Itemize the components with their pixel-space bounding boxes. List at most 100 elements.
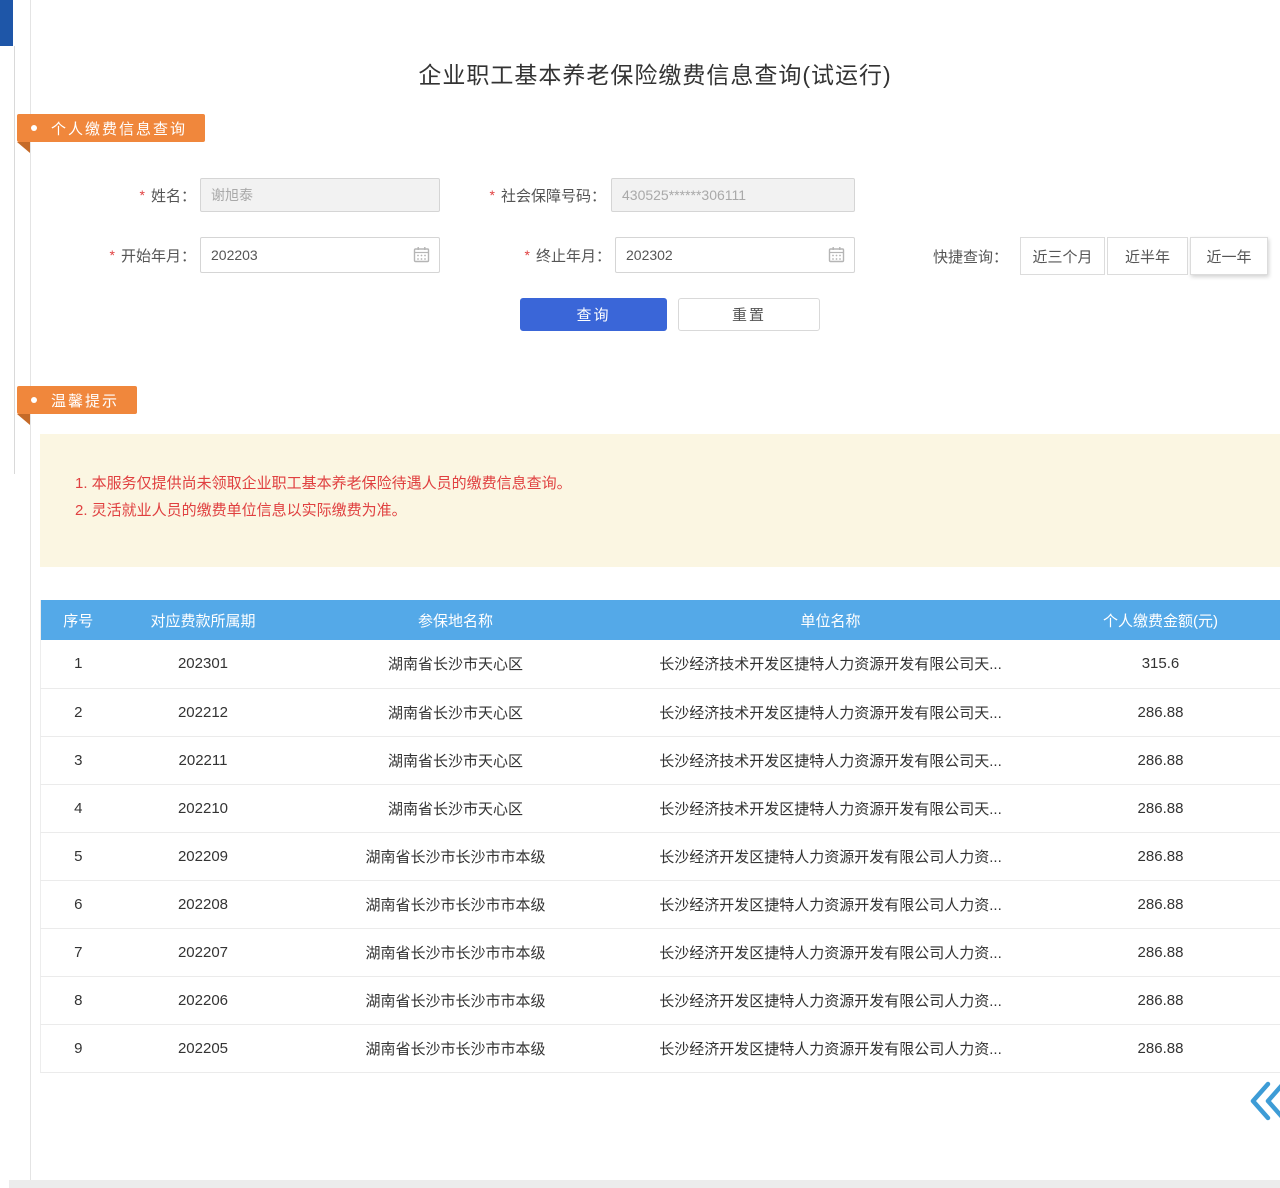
section-badge-personal-query: 个人缴费信息查询 — [17, 114, 205, 142]
table-cell: 286.88 — [1041, 688, 1280, 736]
quick-query-label: 快捷查询： — [933, 237, 1008, 275]
table-cell: 3 — [41, 736, 116, 784]
table-cell: 202205 — [116, 1024, 291, 1072]
left-panel-divider — [14, 46, 15, 474]
tips-notice-box: 1. 本服务仅提供尚未领取企业职工基本养老保险待遇人员的缴费信息查询。 2. 灵… — [40, 434, 1280, 567]
content-left-border — [30, 0, 31, 1188]
end-month-label: * 终止年月： — [495, 238, 611, 272]
quick-btn-half-year[interactable]: 近半年 — [1107, 237, 1188, 275]
required-asterisk: * — [525, 247, 530, 263]
pension-query-page: 企业职工基本养老保险缴费信息查询(试运行) 个人缴费信息查询 * 姓名： * 社… — [0, 0, 1280, 1188]
table-row: 7202207湖南省长沙市长沙市市本级长沙经济开发区捷特人力资源开发有限公司人力… — [41, 928, 1280, 976]
table-cell: 6 — [41, 880, 116, 928]
table-cell: 2 — [41, 688, 116, 736]
table-cell: 202211 — [116, 736, 291, 784]
table-cell: 202206 — [116, 976, 291, 1024]
column-header: 个人缴费金额(元) — [1041, 600, 1280, 640]
table-cell: 286.88 — [1041, 880, 1280, 928]
ssn-label: * 社会保障号码： — [460, 178, 606, 212]
table-cell: 286.88 — [1041, 736, 1280, 784]
table-cell: 湖南省长沙市长沙市市本级 — [291, 1024, 621, 1072]
table-cell: 4 — [41, 784, 116, 832]
bullet-icon — [31, 125, 37, 131]
name-input[interactable] — [200, 178, 440, 212]
bullet-icon — [31, 397, 37, 403]
table-cell: 286.88 — [1041, 928, 1280, 976]
table-cell: 长沙经济技术开发区捷特人力资源开发有限公司天... — [621, 736, 1041, 784]
table-cell: 长沙经济开发区捷特人力资源开发有限公司人力资... — [621, 880, 1041, 928]
table-cell: 286.88 — [1041, 784, 1280, 832]
table-row: 3202211湖南省长沙市天心区长沙经济技术开发区捷特人力资源开发有限公司天..… — [41, 736, 1280, 784]
section-badge-tips: 温馨提示 — [17, 386, 137, 414]
start-month-input[interactable] — [200, 237, 440, 273]
table-cell: 长沙经济技术开发区捷特人力资源开发有限公司天... — [621, 688, 1041, 736]
table-cell: 湖南省长沙市长沙市市本级 — [291, 976, 621, 1024]
table-cell: 5 — [41, 832, 116, 880]
start-month-field — [200, 237, 440, 273]
table-cell: 286.88 — [1041, 832, 1280, 880]
start-month-label: * 开始年月： — [80, 238, 196, 272]
tips-line: 2. 灵活就业人员的缴费单位信息以实际缴费为准。 — [75, 497, 1260, 524]
table-cell: 湖南省长沙市长沙市市本级 — [291, 880, 621, 928]
table-cell: 湖南省长沙市天心区 — [291, 688, 621, 736]
table-cell: 8 — [41, 976, 116, 1024]
table-cell: 9 — [41, 1024, 116, 1072]
left-corner-tab — [0, 0, 13, 46]
page-title: 企业职工基本养老保险缴费信息查询(试运行) — [30, 56, 1280, 90]
table-cell: 长沙经济技术开发区捷特人力资源开发有限公司天... — [621, 784, 1041, 832]
table-cell: 湖南省长沙市天心区 — [291, 784, 621, 832]
table-cell: 315.6 — [1041, 640, 1280, 688]
column-header: 序号 — [41, 600, 116, 640]
column-header: 单位名称 — [621, 600, 1041, 640]
table-cell: 7 — [41, 928, 116, 976]
table-cell: 湖南省长沙市长沙市市本级 — [291, 832, 621, 880]
table-cell: 202301 — [116, 640, 291, 688]
column-header: 对应费款所属期 — [116, 600, 291, 640]
query-button[interactable]: 查询 — [520, 298, 667, 331]
required-asterisk: * — [110, 247, 115, 263]
table-body: 1202301湖南省长沙市天心区长沙经济技术开发区捷特人力资源开发有限公司天..… — [41, 640, 1280, 1072]
table-cell: 长沙经济开发区捷特人力资源开发有限公司人力资... — [621, 976, 1041, 1024]
section-badge-label: 个人缴费信息查询 — [51, 118, 187, 139]
reset-button[interactable]: 重置 — [678, 298, 820, 331]
ssn-input[interactable] — [611, 178, 855, 212]
table-cell: 202209 — [116, 832, 291, 880]
section-badge-label: 温馨提示 — [51, 390, 119, 411]
table-cell: 1 — [41, 640, 116, 688]
bottom-scroll-strip — [9, 1180, 1280, 1188]
table-cell: 202212 — [116, 688, 291, 736]
table-cell: 286.88 — [1041, 976, 1280, 1024]
calendar-icon[interactable] — [413, 246, 430, 263]
table-cell: 长沙经济开发区捷特人力资源开发有限公司人力资... — [621, 832, 1041, 880]
table-head-row: 序号对应费款所属期参保地名称单位名称个人缴费金额(元) — [41, 600, 1280, 640]
quick-btn-3-months[interactable]: 近三个月 — [1020, 237, 1105, 275]
required-asterisk: * — [140, 187, 145, 203]
table-cell: 长沙经济开发区捷特人力资源开发有限公司人力资... — [621, 1024, 1041, 1072]
table-row: 1202301湖南省长沙市天心区长沙经济技术开发区捷特人力资源开发有限公司天..… — [41, 640, 1280, 688]
table-cell: 湖南省长沙市天心区 — [291, 736, 621, 784]
quick-query-group: 近三个月 近半年 近一年 — [1020, 237, 1268, 275]
table-cell: 长沙经济技术开发区捷特人力资源开发有限公司天... — [621, 640, 1041, 688]
table-row: 8202206湖南省长沙市长沙市市本级长沙经济开发区捷特人力资源开发有限公司人力… — [41, 976, 1280, 1024]
payment-records-table: 序号对应费款所属期参保地名称单位名称个人缴费金额(元) 1202301湖南省长沙… — [40, 600, 1280, 1073]
table-row: 6202208湖南省长沙市长沙市市本级长沙经济开发区捷特人力资源开发有限公司人力… — [41, 880, 1280, 928]
table-cell: 202207 — [116, 928, 291, 976]
column-header: 参保地名称 — [291, 600, 621, 640]
ribbon-fold-icon — [17, 142, 30, 153]
quick-btn-one-year[interactable]: 近一年 — [1190, 237, 1268, 275]
table-cell: 202210 — [116, 784, 291, 832]
name-label: * 姓名： — [90, 178, 196, 212]
ribbon-fold-icon — [17, 414, 30, 425]
tips-line: 1. 本服务仅提供尚未领取企业职工基本养老保险待遇人员的缴费信息查询。 — [75, 470, 1260, 497]
table-cell: 286.88 — [1041, 1024, 1280, 1072]
table-cell: 长沙经济开发区捷特人力资源开发有限公司人力资... — [621, 928, 1041, 976]
collapse-double-chevron-icon[interactable] — [1248, 1080, 1280, 1122]
table-row: 9202205湖南省长沙市长沙市市本级长沙经济开发区捷特人力资源开发有限公司人力… — [41, 1024, 1280, 1072]
required-asterisk: * — [490, 187, 495, 203]
table-row: 4202210湖南省长沙市天心区长沙经济技术开发区捷特人力资源开发有限公司天..… — [41, 784, 1280, 832]
table-cell: 湖南省长沙市天心区 — [291, 640, 621, 688]
end-month-input[interactable] — [615, 237, 855, 273]
table-cell: 202208 — [116, 880, 291, 928]
end-month-field — [615, 237, 855, 273]
calendar-icon[interactable] — [828, 246, 845, 263]
